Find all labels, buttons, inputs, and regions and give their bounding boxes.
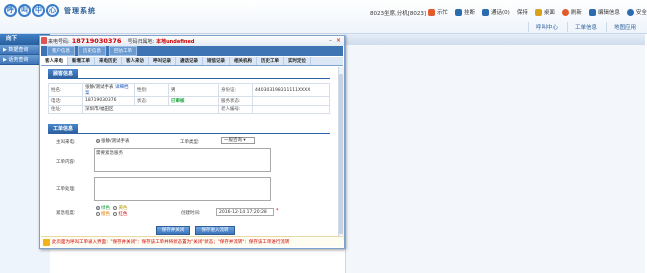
tab-new-order[interactable]: 新增工单 [68, 57, 95, 65]
subject-label: 主叫来电: [56, 140, 76, 145]
edit-icon [588, 8, 596, 16]
logo-char-4: 心 [46, 4, 59, 17]
scrollbar-thumb[interactable] [339, 74, 343, 234]
toolbar: 示忙 挂断 通话(0) 保持 桌面 刷新 编辑信息 安全退出 [428, 8, 647, 16]
subtab-client-info[interactable]: 客户信息 [47, 46, 75, 56]
busy-icon [428, 8, 435, 16]
nav-call-center[interactable]: 呼叫中心 [527, 22, 565, 32]
status-value: 已审核 [168, 96, 219, 106]
owner-label: 老人编号: [218, 104, 253, 114]
logo-char-1: 呼 [4, 4, 17, 17]
hangup-icon [455, 8, 463, 16]
dialog-content: 顾客信息 姓名: 张静/测试手表 详细档案 性别: 男 身份证: 4403031… [42, 67, 336, 237]
call-button[interactable]: 通话(0) [482, 8, 510, 16]
service-label: 服务状态: [218, 96, 253, 106]
phone-label: 电话: [48, 96, 83, 106]
level-group: 绿色 黄色 橙色 红色 [96, 205, 138, 217]
logout-button[interactable]: 安全退出 [626, 8, 647, 16]
subject-radio-group: 张静/测试手表 [96, 138, 130, 144]
service-value [252, 96, 330, 106]
status-label: 状态: [134, 96, 169, 106]
app-title: 管理系统 [64, 6, 96, 15]
notice-icon [43, 238, 50, 246]
logo: 呼 叫 中 心 管理系统 [4, 4, 96, 17]
call-icon [482, 8, 490, 16]
client-info-table: 姓名: 张静/测试手表 详细档案 性别: 男 身份证: 440303198311… [48, 83, 330, 114]
refresh-button[interactable]: 刷新 [561, 8, 582, 16]
user-info: 8023坐席,分机[8023] [370, 11, 427, 17]
sub-tabs: 客户信息 历史信息 回访工单 [41, 46, 343, 56]
desktop-icon [534, 8, 542, 16]
save-transfer-button[interactable]: 保存进入流转 [195, 226, 235, 235]
tab-incoming[interactable]: 客人来电 [41, 57, 68, 65]
id-value: 440303198311111XXXX [252, 83, 330, 97]
tab-history-order[interactable]: 历史工单 [257, 57, 284, 65]
save-close-button[interactable]: 保存并关闭 [156, 226, 190, 235]
level-orange[interactable]: 橙色 [96, 211, 110, 217]
subtab-history[interactable]: 历史信息 [78, 46, 106, 56]
dialog-title-bar[interactable]: 来电号码: 18719030376 号码归属地: 本地undefined – × [40, 36, 344, 46]
tab-institution[interactable]: 相关机构 [230, 57, 257, 65]
tab-sms-record[interactable]: 短信记录 [203, 57, 230, 65]
subject-value: 张静/测试手表 [101, 139, 130, 144]
level-green[interactable]: 绿色 [96, 205, 110, 211]
region-label: 号码归属地: [127, 38, 155, 45]
desktop-button[interactable]: 桌面 [534, 8, 555, 16]
hold-button[interactable]: 保持 [517, 8, 528, 16]
time-label: 创建时间: [181, 211, 201, 216]
content-textarea[interactable]: 需要紧急服务 [94, 148, 271, 172]
phone-value: 18719030376 [82, 96, 135, 106]
logo-char-2: 叫 [18, 4, 31, 17]
owner-value [252, 104, 330, 114]
busy-button[interactable]: 示忙 [428, 8, 448, 16]
result-label: 工单处理: [56, 187, 76, 192]
result-textarea[interactable] [94, 177, 271, 201]
close-icon[interactable]: × [336, 37, 341, 44]
notice-text: 此页面为呼叫工单录入界面："保存并关闭"：保存该工单并将状态置为"关闭"状态；"… [52, 240, 290, 245]
incoming-call-dialog: 来电号码: 18719030376 号码归属地: 本地undefined – ×… [39, 35, 345, 249]
tab-call-record[interactable]: 呼叫记录 [149, 57, 176, 65]
edit-info-button[interactable]: 编辑信息 [588, 8, 620, 16]
nav-work-order[interactable]: 工单信息 [566, 22, 604, 32]
level-label: 紧急程度: [56, 211, 76, 216]
type-label: 工单类型: [180, 140, 200, 145]
work-section-title: 工单信息 [48, 124, 79, 133]
time-input[interactable]: 2016-12-14 17:20:28 [216, 208, 274, 216]
notice-bar: 此页面为呼叫工单录入界面："保存并关闭"：保存该工单并将状态置为"关闭"状态；"… [41, 236, 343, 247]
dialog-tabs: 客人来电 新增工单 来电历史 客人来访 呼叫记录 通话记录 短信记录 相关机构 … [41, 57, 343, 66]
tab-talk-record[interactable]: 通话记录 [176, 57, 203, 65]
hangup-button[interactable]: 挂断 [455, 8, 475, 16]
level-red[interactable]: 红色 [113, 211, 127, 217]
name-value: 张静/测试手表 [85, 85, 114, 90]
region-value: 本地undefined [156, 38, 195, 45]
name-cell: 张静/测试手表 详细档案 [82, 83, 135, 97]
work-order-form: 主叫来电: 张静/测试手表 工单类型: 一般咨询 ▾ 工单内容: 需要紧急服务 … [56, 137, 279, 235]
subject-radio[interactable] [96, 138, 100, 143]
logout-icon [626, 8, 634, 16]
id-label: 身份证: [218, 83, 253, 97]
tab-location[interactable]: 实时定位 [284, 57, 311, 65]
gender-label: 性别: [134, 83, 169, 97]
refresh-icon [561, 8, 569, 16]
tab-call-history[interactable]: 来电历史 [95, 57, 122, 65]
caller-label: 来电号码: [48, 38, 70, 45]
level-yellow[interactable]: 黄色 [113, 205, 127, 211]
tab-visit[interactable]: 客人来访 [122, 57, 149, 65]
main-area [345, 34, 645, 273]
caller-number: 18719030376 [71, 37, 122, 45]
client-section-title: 顾客信息 [48, 69, 79, 78]
name-label: 姓名: [48, 83, 83, 97]
content-label: 工单内容: [56, 160, 76, 165]
type-select[interactable]: 一般咨询 ▾ [221, 137, 255, 144]
minimize-icon[interactable]: – [329, 37, 332, 44]
phone-icon [41, 37, 47, 44]
top-bar: 呼 叫 中 心 管理系统 8023坐席,分机[8023] 示忙 挂断 通话(0)… [0, 0, 647, 34]
nav-map[interactable]: 地图应用 [605, 22, 643, 32]
address-label: 住址: [48, 104, 83, 114]
sub-navigation: 呼叫中心 工单信息 地图应用 [526, 22, 643, 32]
gender-value: 男 [168, 83, 219, 97]
address-value: 深圳市/福田区 [82, 104, 219, 114]
subtab-followup[interactable]: 回访工单 [109, 46, 137, 56]
logo-char-3: 中 [32, 4, 45, 17]
